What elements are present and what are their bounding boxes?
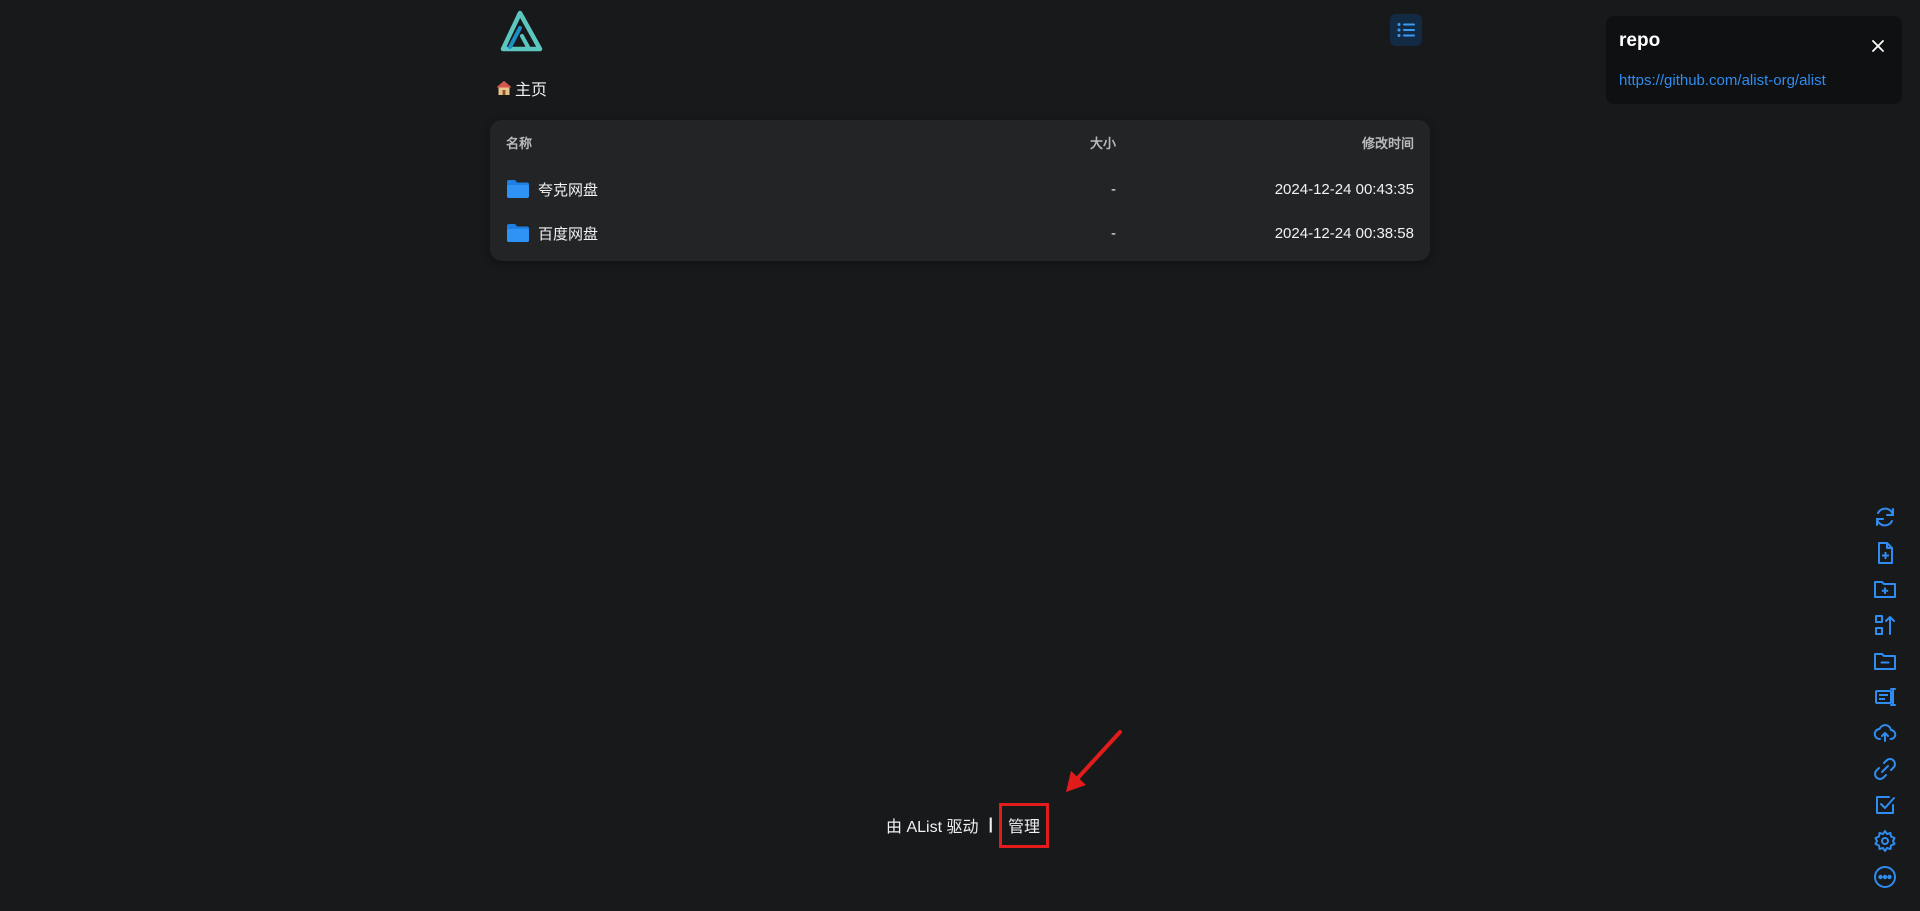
annotation-arrow — [1066, 730, 1122, 792]
new-folder-icon — [1874, 581, 1896, 598]
manage-link[interactable]: 管理 — [998, 802, 1049, 848]
page: 主页 名称 大小 修改时间 夸克网盘 - 2024-12-24 00:43:35 — [0, 0, 1920, 911]
item-size: - — [1111, 224, 1116, 242]
notification-toast: repo https://github.com/alist-org/alist — [1606, 16, 1902, 104]
close-icon[interactable] — [1868, 36, 1888, 56]
folder-minus-icon — [1874, 653, 1896, 670]
footer-separator: | — [988, 816, 993, 833]
item-name: 夸克网盘 — [538, 181, 599, 199]
breadcrumb-home-link[interactable]: 主页 — [515, 76, 547, 100]
list-item[interactable]: 百度网盘 - 2024-12-24 00:38:58 — [506, 214, 1414, 252]
link-button[interactable] — [1870, 754, 1900, 784]
refresh-button[interactable] — [1870, 502, 1900, 532]
layout-toggle-button[interactable] — [1390, 14, 1422, 46]
list-item[interactable]: 夸克网盘 - 2024-12-24 00:43:35 — [506, 170, 1414, 208]
item-size: - — [1111, 180, 1116, 198]
list-header: 名称 大小 修改时间 — [506, 132, 1414, 152]
more-button[interactable] — [1870, 862, 1900, 892]
link-icon — [1874, 758, 1896, 780]
footer: 由 AList 驱动 | 管理 — [886, 802, 1049, 848]
item-name: 百度网盘 — [538, 225, 599, 243]
gear-icon — [1874, 830, 1896, 852]
powered-by-link[interactable]: 由 AList 驱动 — [886, 813, 978, 837]
rename-move-button[interactable] — [1870, 610, 1900, 640]
item-modified: 2024-12-24 00:43:35 — [1274, 180, 1414, 198]
folder-icon — [507, 180, 529, 198]
screen-icon — [1875, 688, 1896, 706]
new-file-icon — [1878, 542, 1893, 564]
manage-label: 管理 — [1007, 819, 1040, 836]
column-name-header[interactable]: 名称 — [506, 133, 1046, 152]
item-modified: 2024-12-24 00:38:58 — [1274, 224, 1414, 242]
alist-logo[interactable] — [497, 10, 543, 52]
home-icon — [496, 81, 512, 95]
list-icon — [1397, 23, 1415, 37]
new-file-button[interactable] — [1870, 538, 1900, 568]
breadcrumb: 主页 — [495, 76, 547, 100]
folder-minus-button[interactable] — [1870, 646, 1900, 676]
more-icon — [1874, 866, 1896, 888]
column-size-header[interactable]: 大小 — [1046, 133, 1116, 152]
notification-link[interactable]: https://github.com/alist-org/alist — [1619, 72, 1826, 89]
file-list: 名称 大小 修改时间 夸克网盘 - 2024-12-24 00:43:35 百度… — [490, 120, 1430, 261]
folder-icon — [507, 224, 529, 242]
screen-button[interactable] — [1870, 682, 1900, 712]
column-modified-header[interactable]: 修改时间 — [1116, 133, 1414, 152]
select-button[interactable] — [1870, 790, 1900, 820]
check-square-icon — [1876, 796, 1895, 814]
settings-button[interactable] — [1870, 826, 1900, 856]
rename-move-icon — [1875, 615, 1895, 635]
upload-button[interactable] — [1870, 718, 1900, 748]
notification-title: repo — [1619, 30, 1661, 51]
refresh-icon — [1876, 507, 1894, 527]
new-folder-button[interactable] — [1870, 574, 1900, 604]
cloud-upload-icon — [1873, 724, 1897, 742]
